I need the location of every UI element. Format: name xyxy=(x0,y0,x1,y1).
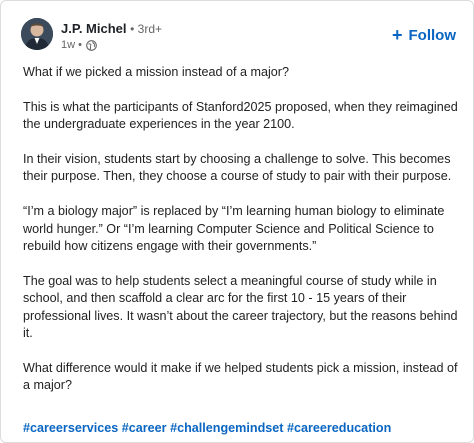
hashtag-link[interactable]: #career xyxy=(122,421,167,435)
hashtag-list: #careerservices #career #challengemindse… xyxy=(23,421,391,435)
post-paragraph: In their vision, students start by choos… xyxy=(23,152,452,184)
globe-icon xyxy=(86,39,97,51)
plus-icon: + xyxy=(391,24,403,45)
post-paragraph: The goal was to help students select a m… xyxy=(23,273,458,341)
post-paragraph: “I’m a biology major” is replaced by “I’… xyxy=(23,204,445,254)
connection-degree: • 3rd+ xyxy=(130,22,163,36)
hashtag-link[interactable]: #careerservices xyxy=(23,421,118,435)
avatar-image xyxy=(21,18,53,50)
post-paragraph: This is what the participants of Stanfor… xyxy=(23,99,458,132)
follow-button[interactable]: + Follow xyxy=(391,24,457,45)
follow-label: Follow xyxy=(408,27,457,44)
post-paragraph: What if we picked a mission instead of a… xyxy=(23,65,289,79)
post-meta: 1w • xyxy=(61,39,97,51)
hashtag-link[interactable]: #careereducation xyxy=(287,421,391,435)
post-time: 1w • xyxy=(61,39,82,51)
author-header[interactable]: J.P. Michel • 3rd+ xyxy=(61,21,162,36)
post-body: What if we picked a mission instead of a… xyxy=(23,64,459,412)
author-avatar[interactable] xyxy=(21,18,53,50)
author-name[interactable]: J.P. Michel xyxy=(61,21,127,36)
hashtag-link[interactable]: #challengemindset xyxy=(170,421,283,435)
post-card: J.P. Michel • 3rd+ 1w • + Follow What if… xyxy=(0,0,474,443)
post-paragraph: What difference would it make if we help… xyxy=(23,360,458,393)
